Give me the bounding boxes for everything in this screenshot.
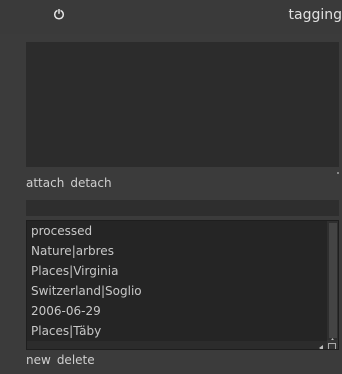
list-item[interactable]: 2006-06-29 (27, 301, 338, 321)
vertical-scrollbar[interactable] (327, 221, 338, 349)
list-item[interactable]: Places|Täby (27, 321, 338, 341)
attach-button-row: attach detach (26, 176, 112, 194)
list-item[interactable]: Nature|arbres (27, 241, 338, 261)
attached-tags-list[interactable] (26, 42, 339, 174)
tag-entry-field[interactable] (26, 200, 339, 216)
list-item[interactable]: processed (27, 221, 338, 241)
scroll-corner (327, 340, 338, 349)
module-header: tagging (0, 0, 342, 34)
scroll-left-arrow-icon[interactable] (317, 341, 325, 349)
module-title[interactable]: tagging (289, 7, 342, 23)
detach-button[interactable]: detach (70, 176, 111, 194)
dictionary-list[interactable]: processed Nature|arbres Places|Virginia … (26, 220, 339, 350)
power-icon[interactable] (52, 7, 66, 21)
horizontal-scrollbar[interactable] (27, 341, 327, 349)
dictionary-button-row: new delete (26, 353, 95, 371)
attach-button[interactable]: attach (26, 176, 64, 194)
scroll-up-arrow-icon[interactable] (329, 332, 336, 343)
list-item[interactable]: Places|Virginia (27, 261, 338, 281)
new-tag-button[interactable]: new (26, 353, 51, 371)
delete-tag-button[interactable]: delete (57, 353, 95, 371)
resize-grip-icon[interactable] (335, 163, 339, 174)
list-item[interactable]: Switzerland|Soglio (27, 281, 338, 301)
scroll-thumb[interactable] (329, 223, 337, 338)
